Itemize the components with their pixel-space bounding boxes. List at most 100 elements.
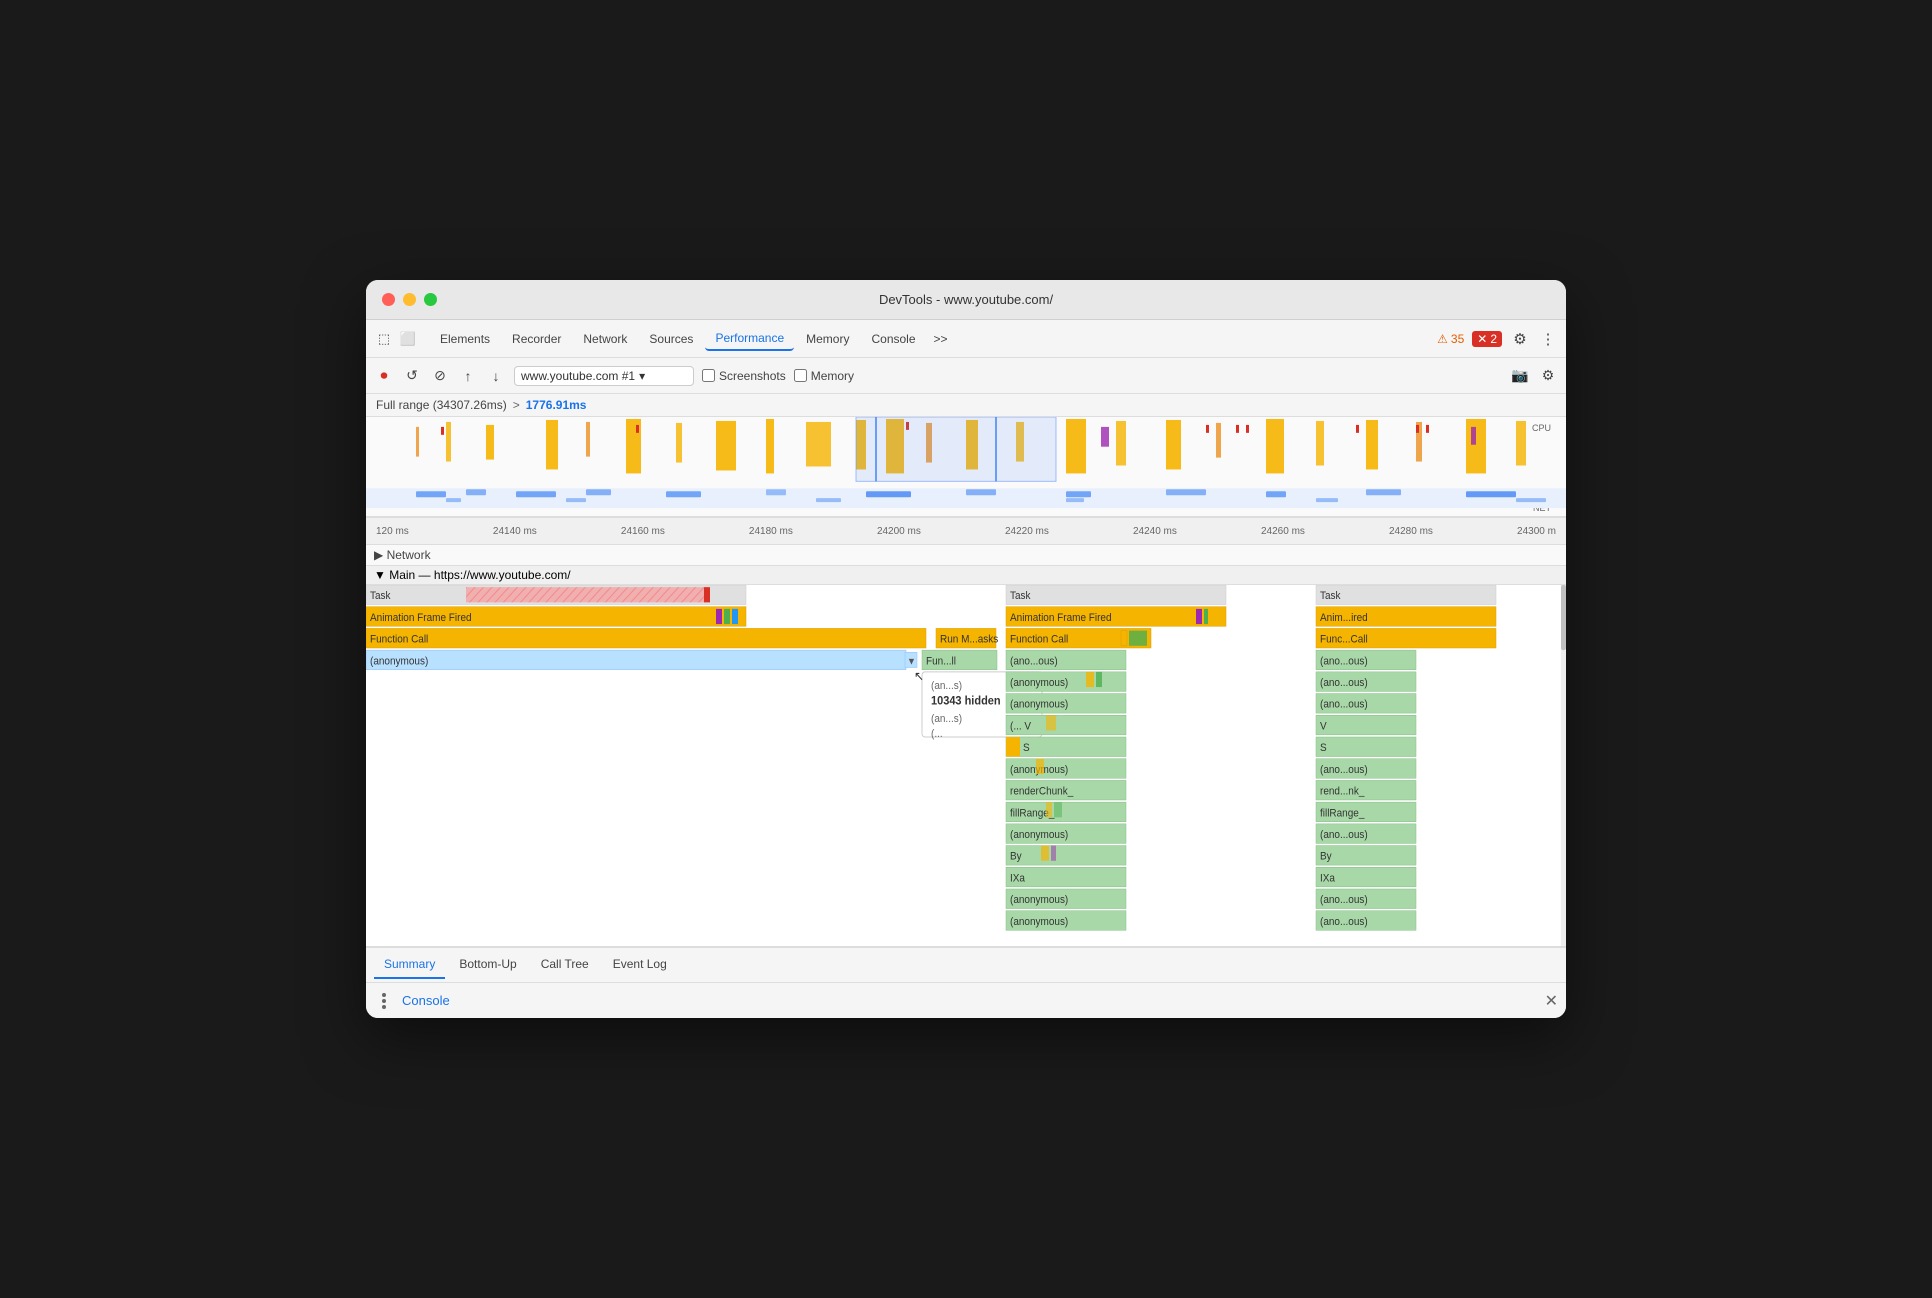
memory-checkbox[interactable] [794, 369, 807, 382]
maximize-button[interactable] [424, 293, 437, 306]
tab-performance[interactable]: Performance [705, 327, 794, 351]
svg-text:10343 hidden: 10343 hidden [931, 695, 1001, 707]
close-console-button[interactable]: ✕ [1545, 991, 1558, 1011]
memory-label: Memory [811, 369, 854, 383]
traffic-lights [382, 293, 437, 306]
settings-icon2[interactable]: ⚙ [1538, 366, 1558, 386]
devtools-window: DevTools - www.youtube.com/ ⬚ ⬜ Elements… [366, 280, 1566, 1018]
flame-section-label: ▼ Main — https://www.youtube.com/ [374, 568, 571, 582]
svg-text:V: V [1320, 721, 1327, 732]
svg-text:(anonymous): (anonymous) [370, 656, 428, 667]
svg-text:↖: ↖ [914, 669, 924, 684]
tick-4: 24200 ms [877, 526, 921, 537]
tab-call-tree[interactable]: Call Tree [531, 951, 599, 979]
clear-button[interactable]: ⊘ [430, 366, 450, 386]
tab-bottom-up[interactable]: Bottom-Up [449, 951, 526, 979]
svg-text:(an...s): (an...s) [931, 713, 962, 724]
capture-icon[interactable]: 📷 [1510, 366, 1530, 386]
cursor-icon[interactable]: ⬚ [374, 329, 394, 349]
svg-text:Function Call: Function Call [370, 634, 428, 645]
record-toolbar: ⏺ ↺ ⊘ ↑ ↓ www.youtube.com #1 ▾ Screensho… [366, 358, 1566, 394]
svg-text:IXa: IXa [1010, 873, 1025, 884]
screenshots-label: Screenshots [719, 369, 786, 383]
main-toolbar: ⬚ ⬜ Elements Recorder Network Sources Pe… [366, 320, 1566, 358]
upload-button[interactable]: ↑ [458, 366, 478, 386]
svg-text:(anonymous): (anonymous) [1010, 917, 1068, 928]
more-options-icon[interactable]: ⋮ [1538, 329, 1558, 349]
tick-5: 24220 ms [1005, 526, 1049, 537]
svg-text:fillRange_: fillRange_ [1320, 808, 1365, 819]
tab-bar: Elements Recorder Network Sources Perfor… [430, 327, 1433, 351]
timeline-overview[interactable]: CPU NET [366, 417, 1566, 517]
svg-text:S: S [1320, 743, 1327, 754]
warning-badge: ⚠ 35 [1437, 332, 1464, 346]
close-button[interactable] [382, 293, 395, 306]
warning-icon: ⚠ [1437, 332, 1448, 346]
network-toggle[interactable]: ▶ Network [366, 545, 1566, 566]
tick-7: 24260 ms [1261, 526, 1305, 537]
tick-1: 24140 ms [493, 526, 537, 537]
reload-button[interactable]: ↺ [402, 366, 422, 386]
svg-text:(ano...ous): (ano...ous) [1320, 678, 1368, 689]
svg-text:(ano...ous): (ano...ous) [1010, 656, 1058, 667]
svg-text:Run M...asks: Run M...asks [940, 634, 998, 645]
tab-event-log[interactable]: Event Log [603, 951, 677, 979]
svg-text:Animation Frame Fired: Animation Frame Fired [370, 613, 472, 624]
tab-console[interactable]: Console [861, 328, 925, 350]
svg-text:(ano...ous): (ano...ous) [1320, 917, 1368, 928]
bottom-tab-bar: Summary Bottom-Up Call Tree Event Log [366, 946, 1566, 982]
toolbar-right: ⚠ 35 ✕ 2 ⚙ ⋮ [1437, 329, 1558, 349]
svg-text:(anonymous): (anonymous) [1010, 895, 1068, 906]
console-title[interactable]: Console [402, 993, 450, 1008]
flame-header: ▼ Main — https://www.youtube.com/ [366, 566, 1566, 585]
device-icon[interactable]: ⬜ [398, 329, 418, 349]
tick-0: 120 ms [376, 526, 409, 537]
dot2 [382, 999, 386, 1003]
tick-3: 24180 ms [749, 526, 793, 537]
flame-svg: Task Task Task Animation Frame Fired [366, 585, 1566, 946]
memory-checkbox-label[interactable]: Memory [794, 369, 854, 383]
tab-summary[interactable]: Summary [374, 951, 445, 979]
svg-text:(anonymous): (anonymous) [1010, 678, 1068, 689]
svg-text:renderChunk_: renderChunk_ [1010, 786, 1073, 797]
svg-text:Anim...ired: Anim...ired [1320, 613, 1368, 624]
screenshots-checkbox[interactable] [702, 369, 715, 382]
ruler-ticks: 120 ms 24140 ms 24160 ms 24180 ms 24200 … [376, 526, 1556, 537]
url-selector[interactable]: www.youtube.com #1 ▾ [514, 366, 694, 386]
screenshots-checkbox-label[interactable]: Screenshots [702, 369, 786, 383]
svg-text:(...: (... [931, 729, 943, 740]
dot1 [382, 993, 386, 997]
svg-text:(ano...ous): (ano...ous) [1320, 830, 1368, 841]
record-button[interactable]: ⏺ [374, 366, 394, 386]
svg-text:S: S [1023, 743, 1030, 754]
more-tabs-button[interactable]: >> [928, 328, 954, 350]
minimize-button[interactable] [403, 293, 416, 306]
tab-sources[interactable]: Sources [639, 328, 703, 350]
svg-text:Animation Frame Fired: Animation Frame Fired [1010, 613, 1112, 624]
breadcrumb-selected: 1776.91ms [526, 398, 587, 412]
url-value: www.youtube.com #1 [521, 369, 635, 383]
tab-elements[interactable]: Elements [430, 328, 500, 350]
svg-text:By: By [1010, 851, 1022, 862]
tab-network[interactable]: Network [573, 328, 637, 350]
tick-6: 24240 ms [1133, 526, 1177, 537]
title-bar: DevTools - www.youtube.com/ [366, 280, 1566, 320]
breadcrumb-full-range[interactable]: Full range (34307.26ms) [376, 398, 507, 412]
svg-text:Task: Task [1320, 591, 1341, 602]
flame-chart[interactable]: ▼ Main — https://www.youtube.com/ Task T… [366, 566, 1566, 946]
breadcrumb-arrow: > [513, 398, 520, 412]
settings-icon[interactable]: ⚙ [1510, 329, 1530, 349]
svg-text:Task: Task [1010, 591, 1031, 602]
tab-recorder[interactable]: Recorder [502, 328, 571, 350]
download-button[interactable]: ↓ [486, 366, 506, 386]
svg-text:(ano...ous): (ano...ous) [1320, 765, 1368, 776]
tab-memory[interactable]: Memory [796, 328, 859, 350]
more-options-dots[interactable] [374, 991, 394, 1011]
error-badge: ✕ 2 [1472, 331, 1502, 347]
tick-2: 24160 ms [621, 526, 665, 537]
error-count: 2 [1490, 332, 1497, 346]
svg-text:Func...Call: Func...Call [1320, 634, 1368, 645]
svg-text:CPU: CPU [1532, 423, 1551, 433]
tick-8: 24280 ms [1389, 526, 1433, 537]
warning-count: 35 [1451, 332, 1464, 346]
